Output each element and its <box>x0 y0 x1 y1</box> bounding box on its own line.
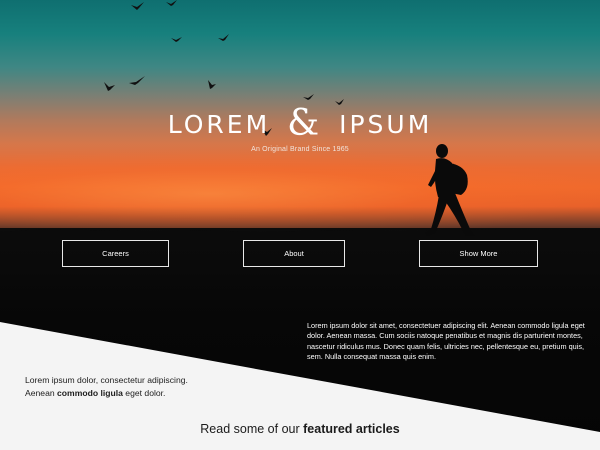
summary-line-1: Lorem ipsum dolor, consectetur adipiscin… <box>25 375 188 385</box>
bird-icon <box>129 76 145 85</box>
brand-tagline: An Original Brand Since 1965 <box>251 146 349 153</box>
summary-line-2-pre: Aenean <box>25 387 58 398</box>
featured-articles-link[interactable]: featured articles <box>303 422 400 436</box>
bird-icon <box>131 2 144 10</box>
brand-ampersand: & <box>287 103 323 144</box>
bird-icon <box>166 0 177 6</box>
brand-word-right: IPSUM <box>339 110 433 139</box>
summary-line-2-post: eget dolor. <box>122 387 166 398</box>
brand-word-left: LOREM <box>167 110 271 139</box>
about-button[interactable]: About <box>243 240 345 267</box>
summary-line-2-bold: commodo ligula <box>57 387 123 398</box>
summary-line-2: Aenean commodo ligula eget dolor. <box>25 387 285 400</box>
featured-heading: Read some of our featured articles <box>0 422 600 436</box>
bird-icon <box>208 80 216 89</box>
bird-icon <box>218 34 229 41</box>
summary-paragraph: Lorem ipsum dolor, consectetur adipiscin… <box>25 374 285 399</box>
page: LOREM & IPSUM An Original Brand Since 19… <box>0 0 600 450</box>
careers-button[interactable]: Careers <box>62 240 169 267</box>
bird-icon <box>104 82 115 91</box>
featured-heading-pre: Read some of our <box>200 422 304 436</box>
brand-logo: LOREM & IPSUM <box>0 101 600 144</box>
hiker-silhouette <box>425 144 475 236</box>
bird-icon <box>171 37 182 42</box>
show-more-button[interactable]: Show More <box>419 240 538 267</box>
intro-paragraph: Lorem ipsum dolor sit amet, consectetuer… <box>307 321 585 362</box>
bird-icon <box>303 94 314 100</box>
